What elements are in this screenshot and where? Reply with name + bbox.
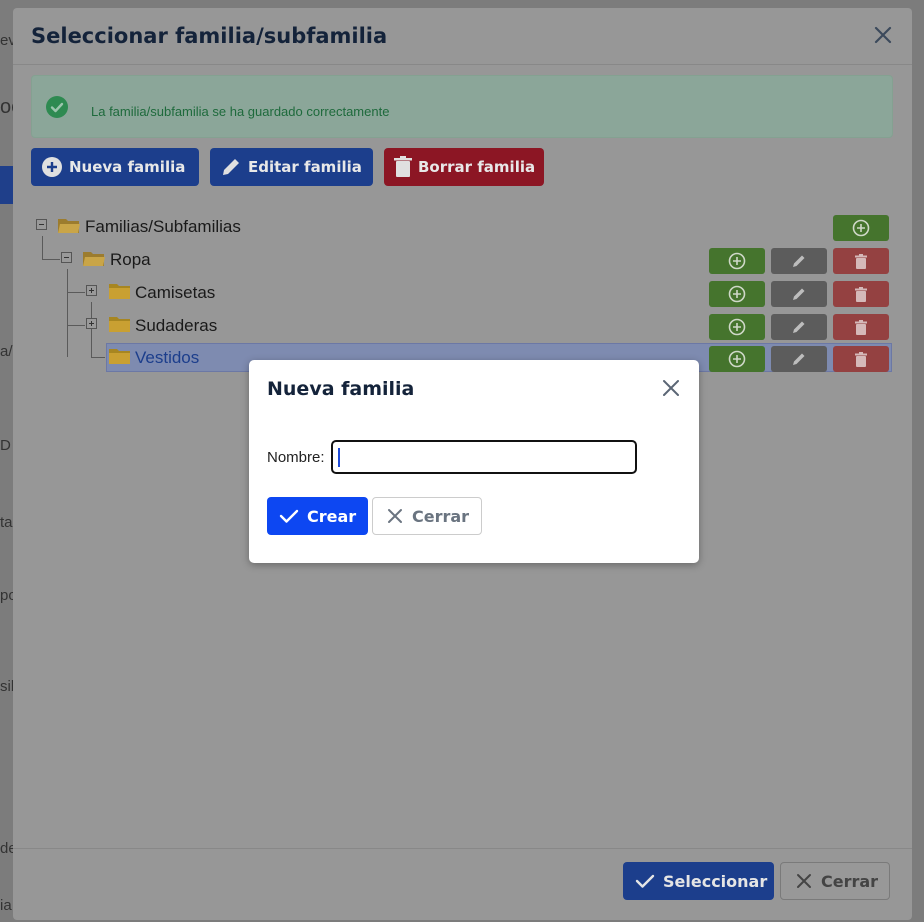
plus-circle-icon — [728, 350, 746, 368]
edit-button-vestidos[interactable] — [771, 346, 827, 372]
close-icon — [874, 26, 892, 44]
expand-toggle[interactable] — [86, 318, 97, 329]
edit-button-camisetas[interactable] — [771, 281, 827, 307]
background-button — [0, 166, 14, 204]
tree-node-root[interactable]: Familias/Subfamilias — [85, 217, 241, 237]
delete-button-ropa[interactable] — [833, 248, 889, 274]
tree-line — [91, 302, 92, 357]
cancel-button-label: Cerrar — [821, 871, 879, 891]
new-family-label: Nueva familia — [69, 158, 186, 176]
dialog-cancel-label: Cerrar — [412, 506, 470, 526]
tree-node-sudaderas[interactable]: Sudaderas — [135, 316, 217, 336]
name-label: Nombre: — [267, 449, 325, 466]
delete-button-sudaderas[interactable] — [833, 314, 889, 340]
dialog-title: Nueva familia — [267, 378, 415, 400]
select-button[interactable]: Seleccionar — [623, 862, 774, 900]
edit-family-label: Editar familia — [248, 158, 362, 176]
tree-line — [42, 259, 60, 260]
trash-icon — [855, 253, 867, 269]
pencil-icon — [793, 321, 805, 333]
pencil-icon — [223, 159, 239, 175]
edit-button-sudaderas[interactable] — [771, 314, 827, 340]
edit-family-button[interactable]: Editar familia — [210, 148, 373, 186]
edit-button-ropa[interactable] — [771, 248, 827, 274]
new-family-button[interactable]: Nueva familia — [31, 148, 199, 186]
folder-icon — [109, 317, 130, 332]
trash-icon — [855, 351, 867, 367]
name-input[interactable] — [331, 440, 637, 474]
tree-node-vestidos[interactable]: Vestidos — [135, 348, 199, 368]
delete-family-button[interactable]: Borrar familia — [384, 148, 544, 186]
tree-line — [67, 292, 85, 293]
add-child-button-root[interactable] — [833, 215, 889, 241]
close-icon — [663, 380, 679, 396]
text-caret — [338, 448, 340, 467]
trash-icon — [394, 156, 412, 177]
folder-icon — [109, 349, 130, 364]
delete-family-label: Borrar familia — [418, 158, 536, 176]
new-family-dialog: Nueva familia Nombre: Crear Cerrar — [249, 360, 699, 563]
add-child-button-camisetas[interactable] — [709, 281, 765, 307]
add-child-button-ropa[interactable] — [709, 248, 765, 274]
background-text: ia — [0, 897, 12, 914]
close-icon — [797, 874, 811, 888]
modal-cancel-button[interactable]: Cerrar — [780, 862, 890, 900]
collapse-toggle[interactable] — [36, 219, 47, 230]
modal-title: Seleccionar familia/subfamilia — [31, 24, 388, 48]
tree-line — [91, 357, 105, 358]
tree-node-ropa[interactable]: Ropa — [110, 250, 151, 270]
delete-button-camisetas[interactable] — [833, 281, 889, 307]
expand-toggle[interactable] — [86, 285, 97, 296]
footer-divider — [13, 848, 912, 849]
modal-close-button[interactable] — [870, 22, 896, 48]
pencil-icon — [793, 288, 805, 300]
success-alert: La familia/subfamilia se ha guardado cor… — [31, 75, 893, 138]
background-text: D — [0, 437, 11, 454]
dialog-cancel-button[interactable]: Cerrar — [372, 497, 482, 535]
open-folder-icon — [58, 219, 80, 233]
trash-icon — [855, 319, 867, 335]
plus-circle-icon — [728, 318, 746, 336]
pencil-icon — [793, 255, 805, 267]
open-folder-icon — [83, 252, 105, 266]
dialog-close-button[interactable] — [660, 377, 682, 399]
alert-message: La familia/subfamilia se ha guardado cor… — [91, 104, 390, 119]
check-icon — [635, 874, 655, 888]
plus-circle-icon — [42, 157, 62, 177]
check-circle-icon — [46, 96, 68, 118]
pencil-icon — [793, 353, 805, 365]
background-text: a/ — [0, 343, 13, 360]
folder-icon — [109, 284, 130, 299]
tree-node-camisetas[interactable]: Camisetas — [135, 283, 215, 303]
tree-line — [67, 269, 68, 357]
trash-icon — [855, 286, 867, 302]
create-button[interactable]: Crear — [267, 497, 368, 535]
header-divider — [13, 64, 912, 65]
tree-line — [67, 325, 85, 326]
create-button-label: Crear — [307, 506, 357, 526]
plus-circle-icon — [728, 285, 746, 303]
background-text: ta — [0, 514, 13, 531]
plus-circle-icon — [852, 219, 870, 237]
plus-circle-icon — [728, 252, 746, 270]
check-icon — [279, 509, 299, 523]
add-child-button-sudaderas[interactable] — [709, 314, 765, 340]
select-button-label: Seleccionar — [663, 871, 768, 891]
delete-button-vestidos[interactable] — [833, 346, 889, 372]
tree-line — [42, 236, 43, 260]
collapse-toggle[interactable] — [61, 252, 72, 263]
add-child-button-vestidos[interactable] — [709, 346, 765, 372]
close-icon — [388, 509, 402, 523]
